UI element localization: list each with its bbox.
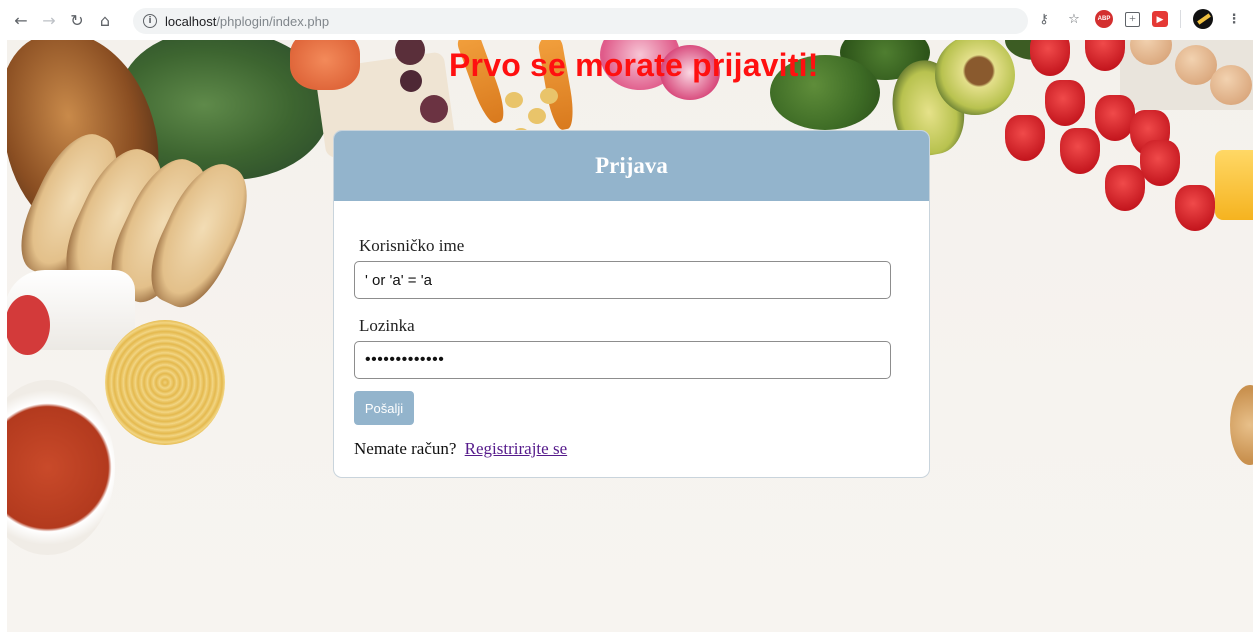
salmon-image [290,40,360,90]
login-required-alert: Prvo se morate prijaviti! [449,47,819,83]
juice-glass-image [1215,150,1253,220]
strawberry-image [1045,80,1085,126]
password-label: Lozinka [359,316,415,335]
page-edge [0,40,7,632]
milk-cap-image [5,295,50,355]
menu-icon[interactable]: ⋮ [1225,10,1243,28]
strawberry-image [1085,40,1125,71]
strawberry-image [1140,140,1180,186]
forward-icon[interactable]: → [38,9,60,31]
username-input[interactable]: ' or 'a' = 'a [354,261,891,299]
url-host: localhost [165,13,217,29]
onion-image [400,70,422,92]
extension-red-icon[interactable]: ▶ [1152,11,1168,27]
browser-toolbar: ← → ↻ ⌂ i localhost/phplogin/index.php ⚷… [0,0,1253,40]
avocado-image [935,40,1015,115]
register-prompt: Nemate račun? Registrirajte se [354,439,567,459]
strawberry-image [1060,128,1100,174]
sauce-bowl-image [0,380,115,555]
egg-image [1210,65,1252,105]
onion-image [420,95,448,123]
strawberry-image [1105,165,1145,211]
login-card-header: Prijava [334,131,929,201]
info-icon[interactable]: i [143,14,157,28]
url-path: /phplogin/index.php [216,13,330,29]
login-title: Prijava [595,153,668,178]
potato-image [528,108,546,124]
home-icon[interactable]: ⌂ [94,9,116,31]
potato-image [505,92,523,108]
extension-plus-icon[interactable]: + [1125,11,1140,27]
nav-buttons: ← → ↻ ⌂ [10,9,116,31]
toolbar-right: ⚷ ☆ ABP + ▶ ⋮ [1035,9,1243,29]
pasta-image [105,320,225,445]
register-link[interactable]: Registrirajte se [465,439,567,458]
toolbar-divider [1180,10,1181,28]
key-icon[interactable]: ⚷ [1035,10,1053,28]
register-prompt-text: Nemate račun? [354,439,457,458]
password-input[interactable]: ••••••••••••• [354,341,891,379]
url-text: localhost/phplogin/index.php [165,14,329,29]
strawberry-image [1175,185,1215,231]
reload-icon[interactable]: ↻ [66,9,88,31]
back-icon[interactable]: ← [10,9,32,31]
strawberry-image [1005,115,1045,161]
login-card: Prijava Korisničko ime ' or 'a' = 'a Loz… [333,130,930,478]
strawberry-image [1030,40,1070,76]
username-label: Korisničko ime [359,236,465,255]
strawberry-image [1095,95,1135,141]
profile-icon[interactable] [1193,9,1213,29]
address-bar[interactable]: i localhost/phplogin/index.php [133,8,1028,34]
adblock-icon[interactable]: ABP [1095,10,1113,28]
star-icon[interactable]: ☆ [1065,10,1083,28]
potato-image [540,88,558,104]
bread-roll-image [1230,385,1253,465]
submit-button[interactable]: Pošalji [354,391,414,425]
